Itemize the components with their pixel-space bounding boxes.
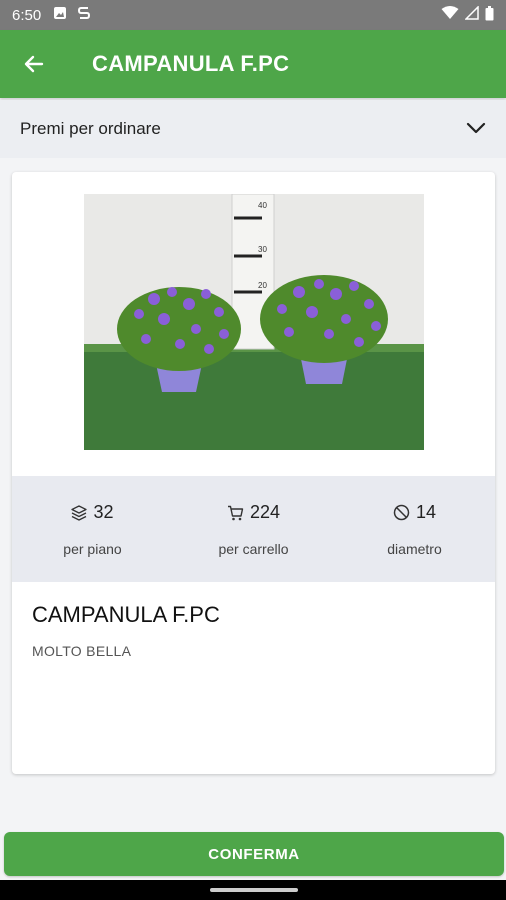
ruler-label-40: 40 — [258, 201, 267, 210]
product-description: MOLTO BELLA — [32, 643, 132, 659]
product-image: 40 30 20 — [84, 194, 424, 450]
stat-diametro: 14 diametro — [334, 476, 495, 582]
home-handle[interactable] — [210, 888, 298, 892]
stat-label: diametro — [387, 541, 442, 557]
diameter-icon — [393, 504, 410, 521]
stat-label: per piano — [63, 541, 122, 557]
stat-value: 32 — [93, 502, 114, 522]
confirm-button[interactable]: CONFERMA — [4, 832, 504, 876]
image-notification-icon — [53, 6, 67, 24]
arrow-left-icon — [24, 55, 44, 73]
signal-icon — [464, 5, 479, 24]
layers-icon — [71, 504, 88, 521]
sort-dropdown[interactable]: Premi per ordinare — [0, 100, 506, 158]
ruler-label-20: 20 — [258, 281, 267, 290]
stat-per-carrello: 224 per carrello — [173, 476, 334, 582]
product-card[interactable]: 40 30 20 32 per piano 224 per carrello 1… — [12, 172, 495, 774]
sort-label: Premi per ordinare — [20, 119, 161, 138]
stat-value: 224 — [249, 502, 281, 522]
stat-label: per carrello — [218, 541, 289, 557]
page-title: CAMPANULA F.PC — [92, 51, 290, 76]
back-button[interactable] — [0, 30, 68, 98]
stats-panel: 32 per piano 224 per carrello 14 diametr… — [12, 476, 495, 582]
stat-per-piano: 32 per piano — [12, 476, 173, 582]
app-bar: CAMPANULA F.PC — [0, 30, 506, 98]
ruler-label-30: 30 — [258, 245, 267, 254]
cart-icon — [227, 505, 244, 520]
stat-value: 14 — [415, 502, 437, 522]
battery-icon — [485, 5, 494, 25]
status-bar: 6:50 — [0, 0, 506, 30]
product-title: CAMPANULA F.PC — [32, 602, 220, 627]
status-time: 6:50 — [12, 6, 42, 24]
app-notification-icon — [77, 5, 91, 25]
navigation-bar — [0, 880, 506, 900]
wifi-icon — [441, 6, 459, 24]
chevron-down-icon — [466, 119, 486, 139]
